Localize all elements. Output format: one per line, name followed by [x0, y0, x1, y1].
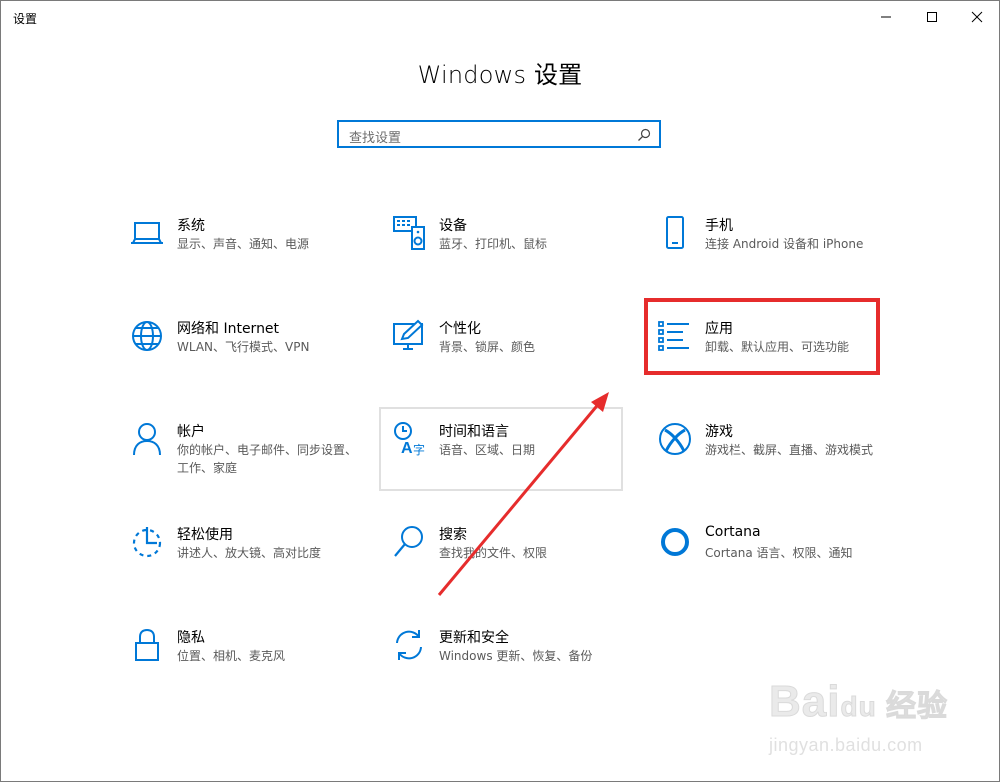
- close-icon: [971, 11, 983, 23]
- tile-ease-of-access[interactable]: 轻松使用 讲述人、放大镜、高对比度: [127, 522, 367, 602]
- laptop-icon: [127, 213, 167, 253]
- tile-title: 搜索: [439, 527, 467, 543]
- devices-icon: [389, 213, 429, 253]
- tile-accounts[interactable]: 帐户 你的帐户、电子邮件、同步设置、工作、家庭: [127, 419, 367, 499]
- tile-title: 隐私: [177, 630, 205, 646]
- tile-title: 时间和语言: [439, 424, 509, 440]
- tile-search[interactable]: 搜索 查找我的文件、权限: [389, 522, 629, 602]
- cortana-ring-icon: [655, 522, 695, 562]
- tile-update-security[interactable]: 更新和安全 Windows 更新、恢复、备份: [389, 625, 629, 705]
- lock-icon: [127, 625, 167, 665]
- tile-system[interactable]: 系统 显示、声音、通知、电源: [127, 213, 367, 293]
- personalization-icon: [389, 316, 429, 356]
- settings-window: 设置 Windows 设置 查找设置 系统 显示、声音、通知、电源 设备 蓝牙、…: [0, 0, 1000, 782]
- xbox-icon: [655, 419, 695, 459]
- phone-icon: [655, 213, 695, 253]
- tile-description: 查找我的文件、权限: [439, 546, 548, 560]
- tile-personalization[interactable]: 个性化 背景、锁屏、颜色: [389, 316, 629, 396]
- tile-description: WLAN、飞行模式、VPN: [177, 340, 310, 354]
- globe-icon: [127, 316, 167, 356]
- tile-cortana[interactable]: Cortana Cortana 语言、权限、通知: [655, 522, 895, 602]
- watermark: Baidu 经验 jingyan.baidu.com: [763, 677, 993, 773]
- ease-of-access-icon: [127, 522, 167, 562]
- tile-title: 系统: [177, 218, 205, 234]
- tile-description: 讲述人、放大镜、高对比度: [177, 546, 322, 560]
- title-bar[interactable]: 设置: [1, 1, 999, 33]
- tile-phone[interactable]: 手机 连接 Android 设备和 iPhone: [655, 213, 895, 293]
- tile-gaming[interactable]: 游戏 游戏栏、截屏、直播、游戏模式: [655, 419, 895, 499]
- minimize-button[interactable]: [863, 1, 909, 33]
- tile-devices[interactable]: 设备 蓝牙、打印机、鼠标: [389, 213, 629, 293]
- search-icon[interactable]: [637, 127, 651, 146]
- tile-description: 连接 Android 设备和 iPhone: [705, 237, 864, 251]
- tile-description: 位置、相机、麦克风: [177, 649, 286, 663]
- window-title: 设置: [13, 12, 38, 26]
- search-input[interactable]: 查找设置: [337, 120, 661, 148]
- tile-title: 网络和 Internet: [177, 321, 280, 337]
- person-icon: [127, 419, 167, 459]
- minimize-icon: [881, 16, 891, 18]
- tile-description: Windows 更新、恢复、备份: [439, 649, 593, 663]
- time-language-icon: A字: [389, 419, 429, 459]
- watermark-url: jingyan.baidu.com: [769, 735, 923, 755]
- tile-title: 游戏: [705, 424, 733, 440]
- tile-title: 个性化: [439, 321, 481, 337]
- maximize-button[interactable]: [909, 1, 955, 33]
- maximize-icon: [927, 12, 937, 22]
- tile-description: Cortana 语言、权限、通知: [705, 546, 853, 560]
- tile-privacy[interactable]: 隐私 位置、相机、麦克风: [127, 625, 367, 705]
- page-title: Windows 设置: [417, 61, 583, 89]
- tile-description: 显示、声音、通知、电源: [177, 237, 310, 251]
- tile-title: 更新和安全: [439, 630, 509, 646]
- watermark-logo: Baidu 经验: [768, 677, 949, 727]
- search-placeholder: 查找设置: [349, 131, 402, 146]
- sync-arrows-icon: [389, 625, 429, 665]
- svg-text:A: A: [401, 440, 413, 457]
- tile-description: 游戏栏、截屏、直播、游戏模式: [705, 443, 874, 457]
- magnifier-icon: [389, 522, 429, 562]
- tile-network[interactable]: 网络和 Internet WLAN、飞行模式、VPN: [127, 316, 367, 396]
- tile-description: 背景、锁屏、颜色: [439, 340, 536, 354]
- tile-description: 语音、区域、日期: [439, 443, 536, 457]
- close-button[interactable]: [954, 1, 1000, 33]
- tile-title: 设备: [439, 218, 467, 234]
- highlight-box: [644, 298, 880, 375]
- tile-title: Cortana: [705, 524, 761, 540]
- svg-text:字: 字: [413, 442, 425, 457]
- tile-title: 帐户: [177, 424, 205, 440]
- tile-description: 你的帐户、电子邮件、同步设置、工作、家庭: [177, 443, 358, 475]
- tile-title: 手机: [705, 218, 733, 234]
- tile-time-language[interactable]: A字 时间和语言 语音、区域、日期: [389, 419, 629, 499]
- tile-description: 蓝牙、打印机、鼠标: [439, 237, 548, 251]
- tile-title: 轻松使用: [177, 527, 233, 543]
